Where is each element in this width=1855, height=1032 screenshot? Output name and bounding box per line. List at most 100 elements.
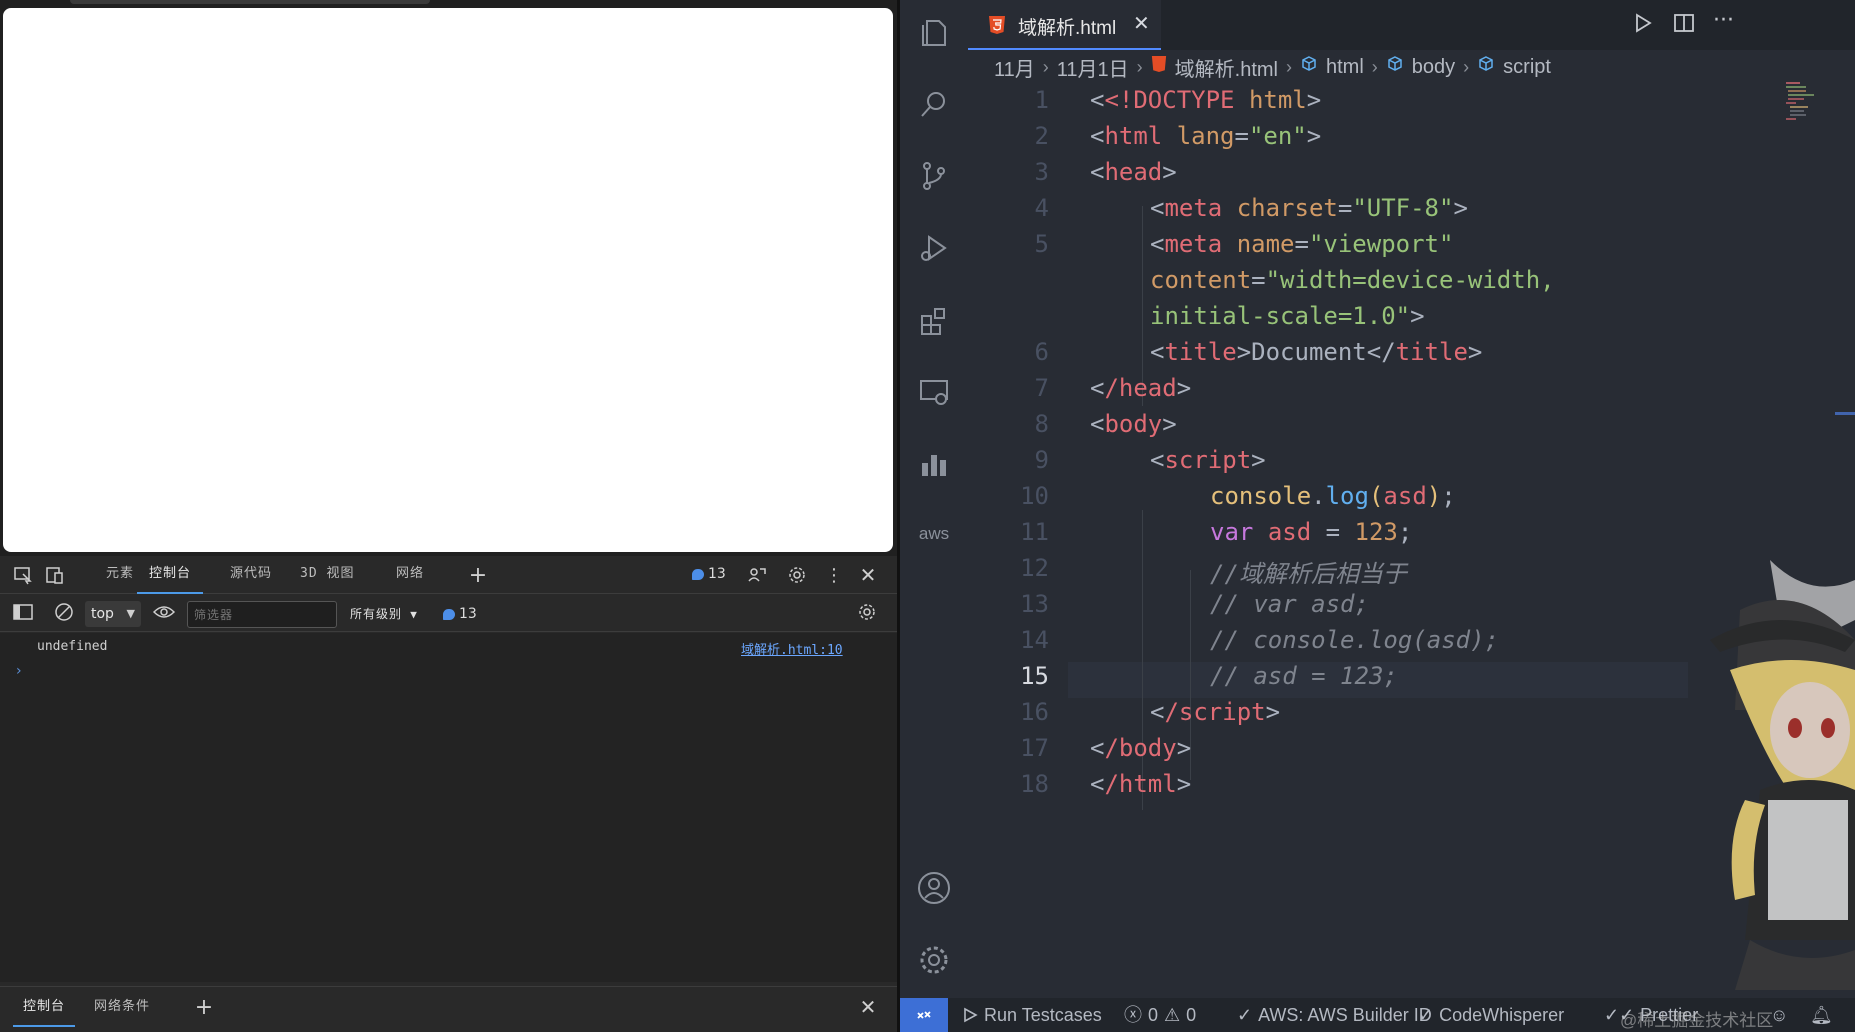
indent-guide <box>1142 510 1143 810</box>
drawer-tab-network-conditions[interactable]: 网络条件 <box>94 987 150 1027</box>
breadcrumb-item[interactable]: html <box>1326 56 1364 79</box>
cube-symbol-icon <box>1477 55 1495 79</box>
tab-console[interactable]: 控制台 <box>137 556 204 594</box>
clear-console-icon[interactable] <box>52 601 76 623</box>
page-viewport[interactable] <box>3 8 893 552</box>
manage-gear-icon[interactable] <box>914 940 954 980</box>
aws-icon[interactable]: aws <box>914 514 954 554</box>
close-drawer-icon[interactable]: ✕ <box>856 995 880 1019</box>
console-prompt-chevron-icon[interactable]: › <box>16 663 22 679</box>
inspect-element-icon[interactable] <box>11 564 35 586</box>
split-editor-icon[interactable] <box>1673 12 1695 39</box>
chevron-right-icon: › <box>1136 56 1143 77</box>
message-bubble-icon <box>443 608 455 620</box>
log-levels-dropdown[interactable]: 所有级别 ▼ <box>350 601 418 627</box>
remote-icon <box>917 1011 931 1019</box>
aws-connection-status[interactable]: ✓ AWS: AWS Builder ID <box>1237 998 1432 1032</box>
account-icon[interactable] <box>914 868 954 908</box>
breadcrumb-item[interactable]: 11月 <box>994 53 1035 82</box>
run-testcases-button[interactable]: Run Testcases <box>962 998 1102 1032</box>
sidebar-toggle-icon[interactable] <box>11 601 35 623</box>
browser-top-strip <box>70 0 430 4</box>
line-number: 7 <box>1034 374 1049 402</box>
tab-elements[interactable]: 元素 <box>106 556 134 594</box>
code-line: initial-scale=1.0"> <box>1150 302 1425 330</box>
notifications-bell-icon[interactable]: 🔔︎ <box>1810 998 1833 1032</box>
source-control-icon[interactable] <box>914 156 954 196</box>
remote-indicator-button[interactable] <box>900 998 948 1032</box>
messages-count-badge[interactable]: 13 <box>443 606 477 622</box>
code-line: <script> <box>1150 446 1266 474</box>
aws-status-label: AWS: AWS Builder ID <box>1258 1005 1432 1025</box>
cube-symbol-icon <box>1300 55 1318 79</box>
live-expression-eye-icon[interactable] <box>152 601 176 623</box>
breadcrumb-item[interactable]: body <box>1412 56 1455 79</box>
line-number: 18 <box>1020 770 1049 798</box>
line-number: 14 <box>1020 626 1049 654</box>
code-line: </body> <box>1090 734 1192 762</box>
bar-chart-icon[interactable] <box>914 444 954 484</box>
warning-triangle-icon: ⚠ <box>1164 1005 1181 1025</box>
breadcrumb-item[interactable]: 域解析.html <box>1175 53 1278 82</box>
line-number: 17 <box>1020 734 1049 762</box>
devtools-panel: 元素 控制台 源代码 3D 视图 网络 + 13 ⋮ ✕ top ▼ 筛选器 所… <box>0 556 897 1032</box>
console-settings-gear-icon[interactable] <box>855 601 879 623</box>
run-file-play-icon[interactable] <box>1633 12 1653 39</box>
tab-filename: 域解析.html <box>1018 18 1117 39</box>
chevron-down-icon: ▼ <box>126 607 135 620</box>
console-message: undefined <box>37 639 108 654</box>
more-options-icon[interactable]: ⋮ <box>822 564 846 586</box>
context-value: top <box>91 606 114 622</box>
check-icon: ✓ <box>1237 1005 1253 1025</box>
remote-explorer-icon[interactable] <box>914 372 954 412</box>
console-toolbar: top ▼ 所有级别 ▼ 13 <box>0 594 897 632</box>
minimap[interactable] <box>1786 82 1816 122</box>
line-number: 3 <box>1034 158 1049 186</box>
messages-count: 13 <box>459 606 477 622</box>
vscode-window: aws 域解析.html ✕ ··· 11月 › 11月1日 › 域解析.htm… <box>900 0 1855 1032</box>
device-toolbar-icon[interactable] <box>43 564 67 586</box>
filter-input[interactable] <box>187 601 337 628</box>
codewhisperer-label: CodeWhisperer <box>1439 1005 1565 1025</box>
context-select[interactable]: top ▼ <box>85 601 141 627</box>
tab-network[interactable]: 网络 <box>396 556 424 594</box>
activity-bar: aws <box>900 0 968 998</box>
breadcrumb-item[interactable]: script <box>1503 56 1551 79</box>
extensions-icon[interactable] <box>914 300 954 340</box>
console-source-link[interactable]: 域解析.html:10 <box>741 639 843 658</box>
cube-symbol-icon <box>1386 55 1404 79</box>
editor-tab-active[interactable]: 域解析.html ✕ <box>968 0 1161 50</box>
close-tab-icon[interactable]: ✕ <box>1133 11 1150 35</box>
feedback-icon[interactable]: ☺ <box>1770 998 1788 1032</box>
more-actions-icon[interactable]: ··· <box>1713 8 1734 33</box>
html5-file-icon <box>988 15 1006 39</box>
line-number: 5 <box>1034 230 1049 258</box>
error-circle-icon: ⓧ <box>1124 1005 1142 1025</box>
search-icon[interactable] <box>914 84 954 124</box>
explorer-files-icon[interactable] <box>914 12 954 52</box>
tab-3d-view[interactable]: 3D 视图 <box>300 556 354 594</box>
issues-count: 13 <box>708 566 726 582</box>
drawer-tab-console[interactable]: 控制台 <box>13 987 76 1027</box>
screen: 元素 控制台 源代码 3D 视图 网络 + 13 ⋮ ✕ top ▼ 筛选器 所… <box>0 0 1855 1032</box>
breadcrumb-item[interactable]: 11月1日 <box>1057 53 1129 82</box>
code-line: <meta charset="UTF-8"> <box>1150 194 1468 222</box>
add-tab-icon[interactable]: + <box>466 563 490 588</box>
problems-indicator[interactable]: ⓧ 0 ⚠ 0 <box>1124 998 1196 1032</box>
settings-gear-icon[interactable] <box>785 564 809 586</box>
code-line: <<!DOCTYPE html> <box>1090 86 1322 114</box>
console-output[interactable]: undefined 域解析.html:10 › <box>0 633 897 982</box>
user-switch-icon[interactable] <box>745 564 769 586</box>
close-devtools-icon[interactable]: ✕ <box>856 563 880 587</box>
code-line: <html lang="en"> <box>1090 122 1322 150</box>
run-debug-icon[interactable] <box>914 228 954 268</box>
codewhisperer-status[interactable]: ✓ CodeWhisperer <box>1418 998 1564 1032</box>
issues-badge[interactable]: 13 <box>692 566 726 582</box>
tab-sources[interactable]: 源代码 <box>230 556 272 594</box>
add-drawer-tab-icon[interactable]: + <box>192 995 216 1020</box>
line-number: 13 <box>1020 590 1049 618</box>
watermark-text: @稀土掘金技术社区 <box>1620 1011 1774 1030</box>
line-number: 4 <box>1034 194 1049 222</box>
code-line: </html> <box>1090 770 1192 798</box>
chevron-right-icon: › <box>1042 56 1049 77</box>
